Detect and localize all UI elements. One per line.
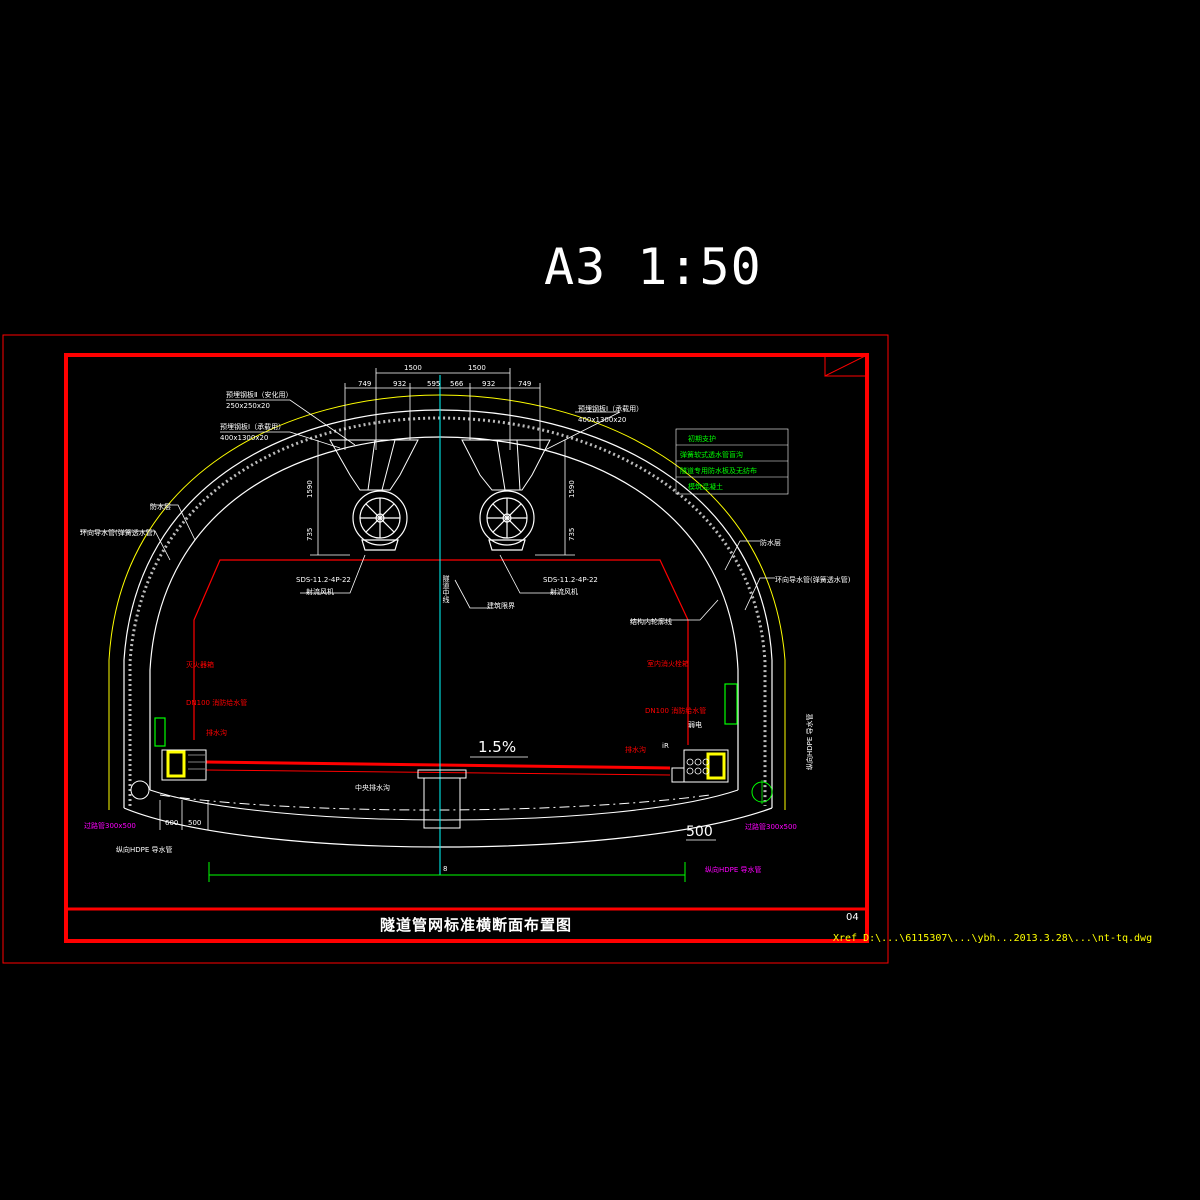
label-longitudinal-right: 纵向HDPE 导水管 (705, 865, 762, 874)
drawing-title: 隧道管网标准横断面布置图 (380, 916, 573, 934)
dim-595-left: 595 (427, 380, 440, 388)
label-bottom-pipe-right: 过路管300x500 (745, 822, 797, 831)
center-ditch (423, 777, 461, 829)
jet-fan-right (479, 490, 535, 551)
sheet-number: 04 (846, 912, 859, 923)
legend-item-2: 隧道专用防水板及无纺布 (680, 466, 757, 475)
label-center-ditch: 中央排水沟 (355, 783, 390, 792)
dim-735-left: 735 (306, 528, 314, 541)
label-waterproof-left: 防水层 (150, 502, 171, 511)
label-steel-plate-2: 预埋钢板Ⅱ（安化用） (226, 390, 292, 399)
label-steel-plate-1-left-size: 400x1300x20 (220, 434, 268, 442)
corner-mark (824, 354, 868, 377)
dim-500: 500 (188, 819, 201, 827)
label-steel-plate-1-right-size: 400x1300x20 (578, 416, 626, 424)
legend-item-1: 弹簧软式透水管盲沟 (680, 450, 743, 459)
jet-fan-left (352, 490, 408, 551)
label-hydrant-box: 室内消火栓箱 (647, 659, 689, 668)
label-drain-pipe-left: 环向导水管(弹簧透水管) (80, 528, 156, 537)
left-cable-trench-yellow (166, 750, 186, 778)
label-bottom-pipe-left: 过路管300x500 (84, 821, 136, 830)
dim-932-right: 932 (482, 380, 495, 388)
hydrant-box (724, 683, 738, 725)
weak-current-conduits (686, 758, 710, 775)
water-sump (671, 767, 685, 783)
fan-bracket-right (461, 439, 551, 491)
dim-749-left: 749 (358, 380, 371, 388)
tunnel-cross-section-drawing: 1500 1500 749 932 595 566 932 749 1590 1… (2, 334, 889, 964)
label-tunnel-center: 隧道中线 (442, 574, 450, 603)
dim-1590-left: 1590 (306, 480, 314, 498)
road-surface (205, 760, 671, 770)
label-steel-plate-1-right: 预埋钢板Ⅰ（承载用） (578, 404, 643, 413)
fan-bracket-left (329, 439, 419, 491)
legend-item-3: 模筑混凝土 (688, 482, 723, 491)
label-fan-model-right: SDS-11.2-4P-22 (543, 576, 598, 584)
label-fan-name-right: 射流风机 (550, 587, 578, 596)
label-extinguisher: 灭火器箱 (186, 660, 214, 669)
label-drain-left: 排水沟 (206, 728, 227, 737)
dim-500-big: 500 (686, 824, 713, 840)
label-weak-current: 弱电 (688, 720, 702, 729)
lining-outer-arch (123, 409, 773, 808)
building-limit-outline (193, 559, 689, 745)
dim-932-left: 932 (393, 380, 406, 388)
dim-bottom-total: 8 (443, 865, 447, 873)
xref-path: Xref D:\...\6115307\...\ybh...2013.3.28\… (833, 933, 1153, 944)
dim-749-right: 749 (518, 380, 531, 388)
inner-frame (64, 353, 869, 943)
label-side-longitudinal: 纵向HDPE 导水管 (805, 713, 814, 770)
road-underline (159, 794, 711, 811)
side-drain-left (130, 780, 150, 800)
slope-label: 1.5% (478, 738, 516, 756)
legend-item-0: 初期支护 (688, 434, 716, 443)
label-drain-pipe-right: 环向导水管(弹簧透水管) (775, 575, 851, 584)
leader-lines (80, 399, 775, 621)
label-fan-model-left: SDS-11.2-4P-22 (296, 576, 351, 584)
lining-inner-arch (149, 436, 739, 790)
invert-inner (149, 789, 739, 821)
dim-600: 600 (165, 819, 178, 827)
legend: 初期支护 弹簧软式透水管盲沟 隧道专用防水板及无纺布 模筑混凝土 (675, 428, 789, 495)
label-building-limit: 建筑限界 (487, 601, 515, 610)
dim-566-right: 566 (450, 380, 464, 388)
dim-1500-right: 1500 (468, 364, 486, 372)
top-dimension-lines (344, 368, 541, 450)
label-steel-plate-2-size: 250x250x20 (226, 402, 270, 410)
dim-1590-right: 1590 (568, 480, 576, 498)
right-cable-trench-yellow (706, 752, 726, 780)
extinguisher-box (154, 717, 166, 747)
label-steel-plate-1-left: 预埋钢板Ⅰ（承载用） (220, 422, 285, 431)
label-lining: 结构内轮廓线 (630, 617, 672, 626)
center-ditch-cap (417, 769, 467, 779)
label-fan-name-left: 射流风机 (306, 587, 334, 596)
label-waterproof-right: 防水层 (760, 538, 781, 547)
label-water-sump: 排水沟 (625, 745, 646, 754)
label-fire-pipe-right: DN100 消防给水管 (645, 706, 706, 715)
label-fill-i: iR (662, 742, 669, 750)
dim-1500-left: 1500 (404, 364, 422, 372)
label-longitudinal-left: 纵向HDPE 导水管 (116, 845, 173, 854)
label-fire-pipe-left: DN100 消防给水管 (186, 698, 247, 707)
dim-735-right: 735 (568, 528, 576, 541)
